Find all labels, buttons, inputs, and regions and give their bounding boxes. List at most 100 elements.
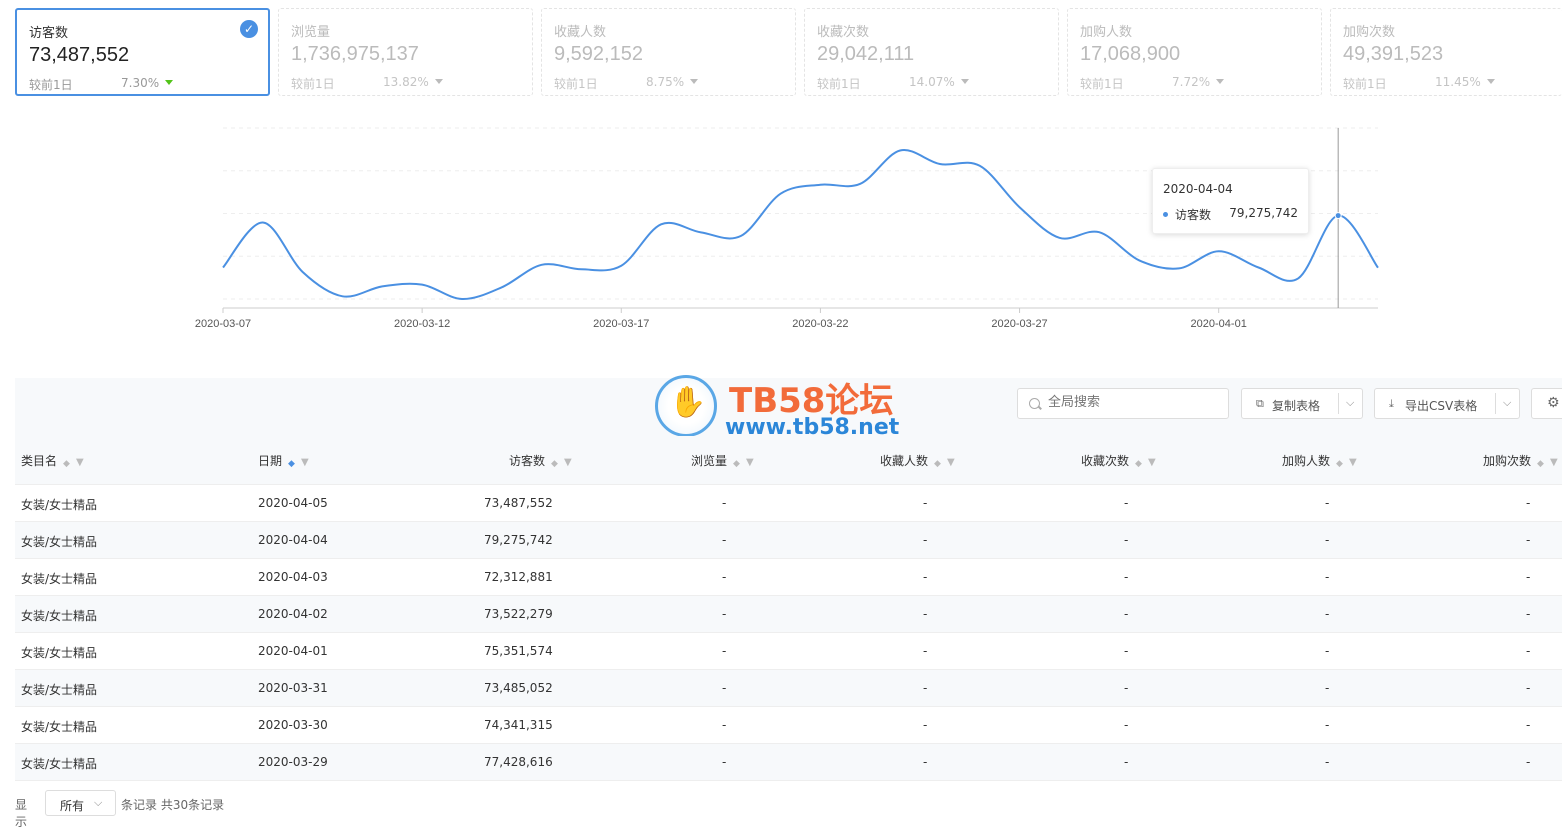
table-row[interactable]: 女装/女士精品 2020-04-02 73,522,279 - - - - -: [15, 596, 1562, 633]
kpi-percent: 13.82%: [383, 75, 443, 89]
chevron-down-icon: ⌵: [94, 796, 103, 809]
filter-icon[interactable]: ▼: [76, 457, 84, 468]
kpi-card-cart-users[interactable]: 加购人数 17,068,900 较前1日 7.72%: [1067, 8, 1322, 96]
kpi-value: 29,042,111: [817, 43, 915, 65]
x-tick-label: 2020-03-12: [394, 318, 450, 330]
global-search[interactable]: [1017, 388, 1229, 419]
column-header[interactable]: 日期 ◆ ▼: [258, 452, 309, 469]
gear-icon: ⚙: [1547, 395, 1560, 411]
filter-icon[interactable]: ▼: [1550, 457, 1558, 468]
table-row[interactable]: 女装/女士精品 2020-03-30 74,341,315 - - - - -: [15, 707, 1562, 744]
cell-pageviews: -: [722, 607, 727, 621]
sort-icon[interactable]: ◆: [1336, 460, 1343, 469]
cell-fav-count: -: [1124, 607, 1129, 621]
sort-icon[interactable]: ◆: [551, 460, 558, 469]
cell-cart-count: -: [1526, 718, 1531, 732]
kpi-title: 浏览量: [291, 25, 331, 40]
kpi-compare-label: 较前1日: [1343, 77, 1387, 91]
cell-pageviews: -: [722, 644, 727, 658]
check-icon: ✓: [240, 20, 258, 38]
table-row[interactable]: 女装/女士精品 2020-03-31 73,485,052 - - - - -: [15, 670, 1562, 707]
copy-table-button[interactable]: ⧉ 复制表格 ⌵: [1241, 388, 1363, 419]
kpi-value: 49,391,523: [1343, 43, 1444, 65]
column-header[interactable]: 收藏人数 ◆ ▼: [880, 452, 955, 469]
settings-button[interactable]: ⚙: [1531, 388, 1562, 419]
kpi-card-fav-users[interactable]: 收藏人数 9,592,152 较前1日 8.75%: [541, 8, 796, 96]
table-header: 类目名 ◆ ▼ 日期 ◆ ▼ 访客数 ◆ ▼ 浏览量 ◆ ▼ 收藏人数 ◆ ▼ 收藏次数 ◆ ▼ 加购人…: [15, 436, 1562, 485]
sort-icon[interactable]: ◆: [934, 460, 941, 469]
filter-icon[interactable]: ▼: [301, 457, 309, 468]
copy-icon: ⧉: [1256, 397, 1264, 410]
record-count: 条记录 共30条记录: [121, 798, 225, 812]
cell-date: 2020-04-05: [258, 496, 328, 510]
copy-table-label: 复制表格: [1272, 399, 1321, 413]
sort-icon[interactable]: ◆: [288, 460, 295, 469]
sort-icon[interactable]: ◆: [1135, 460, 1142, 469]
chart-tooltip: 2020-04-04 访客数 79,275,742: [1152, 168, 1309, 234]
cell-visitors: 73,522,279: [484, 607, 553, 621]
kpi-card-fav-count[interactable]: 收藏次数 29,042,111 较前1日 14.07%: [804, 8, 1059, 96]
kpi-compare-label: 较前1日: [554, 77, 598, 91]
sort-icon[interactable]: ◆: [63, 460, 70, 469]
kpi-compare-label: 较前1日: [1080, 77, 1124, 91]
cell-cart-count: -: [1526, 644, 1531, 658]
column-header[interactable]: 收藏次数 ◆ ▼: [1081, 452, 1156, 469]
trend-arrow-icon: [165, 80, 174, 85]
column-header[interactable]: 浏览量 ◆ ▼: [691, 452, 754, 469]
data-point-hovered[interactable]: [1334, 212, 1342, 220]
cell-cart-count: -: [1526, 755, 1531, 769]
cell-date: 2020-04-01: [258, 644, 328, 658]
cell-pageviews: -: [722, 533, 727, 547]
sort-icon[interactable]: ◆: [1537, 460, 1544, 469]
column-header[interactable]: 访客数 ◆ ▼: [509, 452, 572, 469]
kpi-card-cart-count[interactable]: 加购次数 49,391,523 较前1日 11.45%: [1330, 8, 1562, 96]
filter-icon[interactable]: ▼: [746, 457, 754, 468]
cell-category: 女装/女士精品: [21, 757, 98, 771]
kpi-card-pageviews[interactable]: 浏览量 1,736,975,137 较前1日 13.82%: [278, 8, 533, 96]
column-header[interactable]: 加购次数 ◆ ▼: [1483, 452, 1558, 469]
cell-fav-users: -: [923, 607, 928, 621]
x-tick-label: 2020-04-01: [1191, 318, 1247, 330]
search-input[interactable]: [1046, 394, 1220, 411]
cell-category: 女装/女士精品: [21, 646, 98, 660]
chevron-down-icon[interactable]: ⌵: [1346, 396, 1354, 410]
cell-cart-users: -: [1325, 718, 1330, 732]
filter-icon[interactable]: ▼: [564, 457, 572, 468]
cell-fav-users: -: [923, 718, 928, 732]
filter-icon[interactable]: ▼: [947, 457, 955, 468]
cell-category: 女装/女士精品: [21, 609, 98, 623]
cell-cart-users: -: [1325, 644, 1330, 658]
cell-cart-count: -: [1526, 607, 1531, 621]
cell-visitors: 77,428,616: [484, 755, 553, 769]
table-row[interactable]: 女装/女士精品 2020-03-29 77,428,616 - - - - -: [15, 744, 1562, 781]
tooltip-value: 79,275,742: [1229, 206, 1298, 220]
cell-category: 女装/女士精品: [21, 720, 98, 734]
kpi-percent: 8.75%: [646, 75, 699, 89]
filter-icon[interactable]: ▼: [1349, 457, 1357, 468]
filter-icon[interactable]: ▼: [1148, 457, 1156, 468]
cell-visitors: 75,351,574: [484, 644, 553, 658]
export-csv-button[interactable]: ⤓ 导出CSV表格 ⌵: [1374, 388, 1520, 419]
cell-fav-users: -: [923, 570, 928, 584]
table-body: 女装/女士精品 2020-04-05 73,487,552 - - - - - …: [15, 485, 1562, 781]
table-row[interactable]: 女装/女士精品 2020-04-05 73,487,552 - - - - -: [15, 485, 1562, 522]
chevron-down-icon[interactable]: ⌵: [1503, 396, 1511, 410]
cell-category: 女装/女士精品: [21, 498, 98, 512]
cell-pageviews: -: [722, 718, 727, 732]
kpi-card-visitors[interactable]: 访客数 73,487,552 较前1日 7.30% ✓: [15, 8, 270, 96]
hand-icon: ✋: [669, 385, 707, 420]
cell-fav-count: -: [1124, 681, 1129, 695]
table-row[interactable]: 女装/女士精品 2020-04-01 75,351,574 - - - - -: [15, 633, 1562, 670]
page-size-select[interactable]: 所有 ⌵: [45, 790, 116, 816]
column-header[interactable]: 类目名 ◆ ▼: [21, 452, 84, 469]
table-row[interactable]: 女装/女士精品 2020-04-04 79,275,742 - - - - -: [15, 522, 1562, 559]
button-divider: [1338, 393, 1339, 414]
table-row[interactable]: 女装/女士精品 2020-04-03 72,312,881 - - - - -: [15, 559, 1562, 596]
kpi-title: 加购次数: [1343, 25, 1396, 40]
kpi-compare-label: 较前1日: [291, 77, 335, 91]
column-header[interactable]: 加购人数 ◆ ▼: [1282, 452, 1357, 469]
kpi-compare-label: 较前1日: [29, 78, 73, 92]
cell-visitors: 73,487,552: [484, 496, 553, 510]
sort-icon[interactable]: ◆: [733, 460, 740, 469]
cell-cart-users: -: [1325, 570, 1330, 584]
